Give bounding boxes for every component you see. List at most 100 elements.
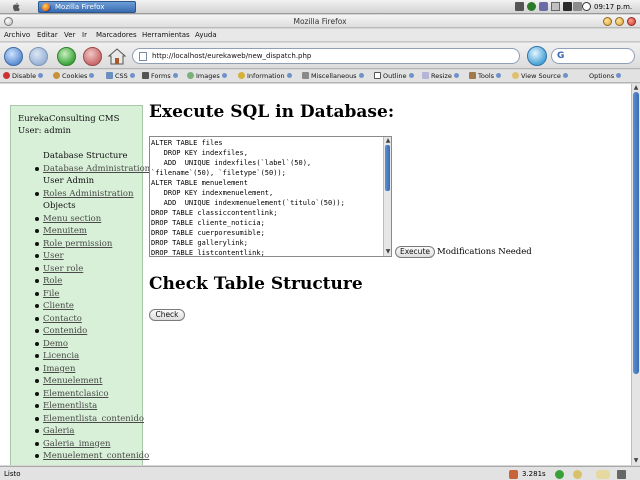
menu-marcadores[interactable]: Marcadores [96, 29, 137, 42]
sidebar-link[interactable]: Elementclasico [35, 388, 143, 401]
scroll-down-icon[interactable]: ▼ [633, 458, 639, 464]
home-icon[interactable] [107, 47, 127, 66]
url-bar[interactable]: http://localhost/eurekaweb/new_dispatch.… [132, 48, 520, 64]
menu-ver[interactable]: Ver [64, 29, 75, 42]
task-button-label: Mozilla Firefox [55, 3, 105, 11]
devbar-resize[interactable]: Resize [422, 70, 459, 83]
sidebar-link[interactable]: Elementlista [35, 400, 143, 413]
mail-icon[interactable] [563, 2, 572, 11]
menu-archivo[interactable]: Archivo [4, 29, 30, 42]
sql-scrollbar[interactable]: ▲ ▼ [383, 137, 391, 256]
sidebar-link[interactable]: Menu section [35, 213, 143, 226]
maximize-icon[interactable] [615, 17, 624, 26]
sidebar-link[interactable]: Menuelement [35, 375, 143, 388]
scroll-down-icon[interactable]: ▼ [385, 249, 391, 255]
sql-line: DROP TABLE listcontentlink; [151, 249, 265, 257]
devbar-information[interactable]: Information [238, 70, 292, 83]
dropdown-icon [616, 73, 622, 78]
sidebar-link[interactable]: Cliente [35, 300, 143, 313]
stop-button[interactable] [83, 47, 102, 66]
scroll-up-icon[interactable]: ▲ [385, 138, 391, 144]
sql-scroll-thumb[interactable] [385, 145, 390, 191]
sql-textarea[interactable]: ALTER TABLE files DROP KEY indexfiles, A… [149, 136, 392, 257]
sidebar-link[interactable]: Menuitem [35, 225, 143, 238]
sidebar-link[interactable]: File [35, 288, 143, 301]
execute-button[interactable]: Execute [395, 246, 435, 258]
minimize-icon[interactable] [603, 17, 612, 26]
sidebar-link[interactable]: Galeria_imagen [35, 438, 143, 451]
sidebar-link[interactable]: Demo [35, 338, 143, 351]
sidebar-link[interactable]: User role [35, 263, 143, 276]
firebug-icon[interactable] [509, 470, 518, 479]
google-search-icon: G [557, 51, 565, 61]
sidebar-link[interactable]: Roles Administration [35, 188, 143, 201]
devbar-options[interactable]: Options [589, 70, 622, 83]
status-bar: Listo 3.281s [0, 466, 640, 480]
menubar: Archivo Editar Ver Ir Marcadores Herrami… [0, 29, 640, 42]
apple-icon[interactable] [11, 2, 21, 12]
check-button[interactable]: Check [149, 309, 185, 321]
sidebar-link[interactable]: Elementlista_contenido [35, 413, 144, 426]
network-icon[interactable] [515, 2, 524, 11]
scroll-up-icon[interactable]: ▲ [633, 85, 639, 91]
disk-icon[interactable] [539, 2, 548, 11]
page-scroll-thumb[interactable] [633, 92, 639, 374]
window-titlebar[interactable]: Mozilla Firefox [0, 15, 640, 28]
dropdown-icon [358, 73, 364, 78]
sql-line: DROP KEY indexfiles, [151, 149, 248, 157]
navigation-toolbar: http://localhost/eurekaweb/new_dispatch.… [0, 43, 640, 69]
dropdown-icon [286, 73, 292, 78]
sidebar-link[interactable]: Galeria [35, 425, 143, 438]
sidebar-menu: Database Structure Database Administratio… [35, 150, 150, 466]
wireless-icon[interactable] [551, 2, 560, 11]
sidebar-link[interactable]: Contacto [35, 313, 143, 326]
go-button[interactable] [527, 46, 547, 66]
dropdown-icon [496, 73, 502, 78]
menu-ayuda[interactable]: Ayuda [195, 29, 217, 42]
menu-herramientas[interactable]: Herramientas [142, 29, 190, 42]
folder-icon[interactable] [596, 470, 610, 479]
sidebar-link[interactable]: Contenido [35, 325, 143, 338]
close-icon[interactable] [627, 17, 636, 26]
devbar-tools[interactable]: Tools [469, 70, 502, 83]
forward-button[interactable] [29, 47, 48, 66]
cloud-icon[interactable] [573, 470, 582, 479]
desktop-panel: Mozilla Firefox 09:17 p.m. [0, 0, 640, 14]
sidebar-link[interactable]: User [35, 250, 143, 263]
clock[interactable]: 09:17 p.m. [594, 2, 632, 12]
search-box[interactable]: G [551, 48, 635, 64]
window-title: Mozilla Firefox [293, 17, 347, 26]
clock-icon [582, 2, 591, 11]
devbar-view-source[interactable]: View Source [512, 70, 568, 83]
resize-grip-icon[interactable] [617, 470, 626, 479]
outline-icon [374, 72, 381, 79]
update-icon[interactable] [527, 2, 536, 11]
firefox-task-button[interactable]: Mozilla Firefox [38, 1, 136, 13]
menu-editar[interactable]: Editar [37, 29, 58, 42]
devbar-css[interactable]: CSS [106, 70, 135, 83]
volume-icon[interactable] [573, 2, 582, 11]
back-button[interactable] [4, 47, 23, 66]
page-scrollbar[interactable]: ▲ ▼ [631, 84, 640, 465]
resize-icon [422, 72, 429, 79]
sidebar-link[interactable]: Imagen [35, 363, 143, 376]
sidebar-link[interactable]: Menuelement_contenido [35, 450, 149, 463]
sidebar-link[interactable]: Role [35, 275, 143, 288]
reload-button[interactable] [57, 47, 76, 66]
dropdown-icon [129, 73, 135, 78]
url-text: http://localhost/eurekaweb/new_dispatch.… [152, 52, 312, 60]
view-source-icon [512, 72, 519, 79]
devbar-disable[interactable]: Disable [3, 70, 44, 83]
devbar-images[interactable]: Images [187, 70, 227, 83]
sidebar-link[interactable]: Role permission [35, 238, 143, 251]
devbar-forms[interactable]: Forms [142, 70, 178, 83]
sidebar-link[interactable]: Noticia [43, 463, 143, 466]
devbar-cookies[interactable]: Cookies [53, 70, 95, 83]
status-ok-icon[interactable] [555, 470, 564, 479]
devbar-outline[interactable]: Outline [374, 70, 414, 83]
menu-ir[interactable]: Ir [82, 29, 87, 42]
sidebar-link[interactable]: Database Administration [35, 163, 150, 176]
devbar-miscellaneous[interactable]: Miscellaneous [302, 70, 364, 83]
sql-line: DROP TABLE classiccontentlink; [151, 209, 278, 217]
sidebar-link[interactable]: Licencia [35, 350, 143, 363]
